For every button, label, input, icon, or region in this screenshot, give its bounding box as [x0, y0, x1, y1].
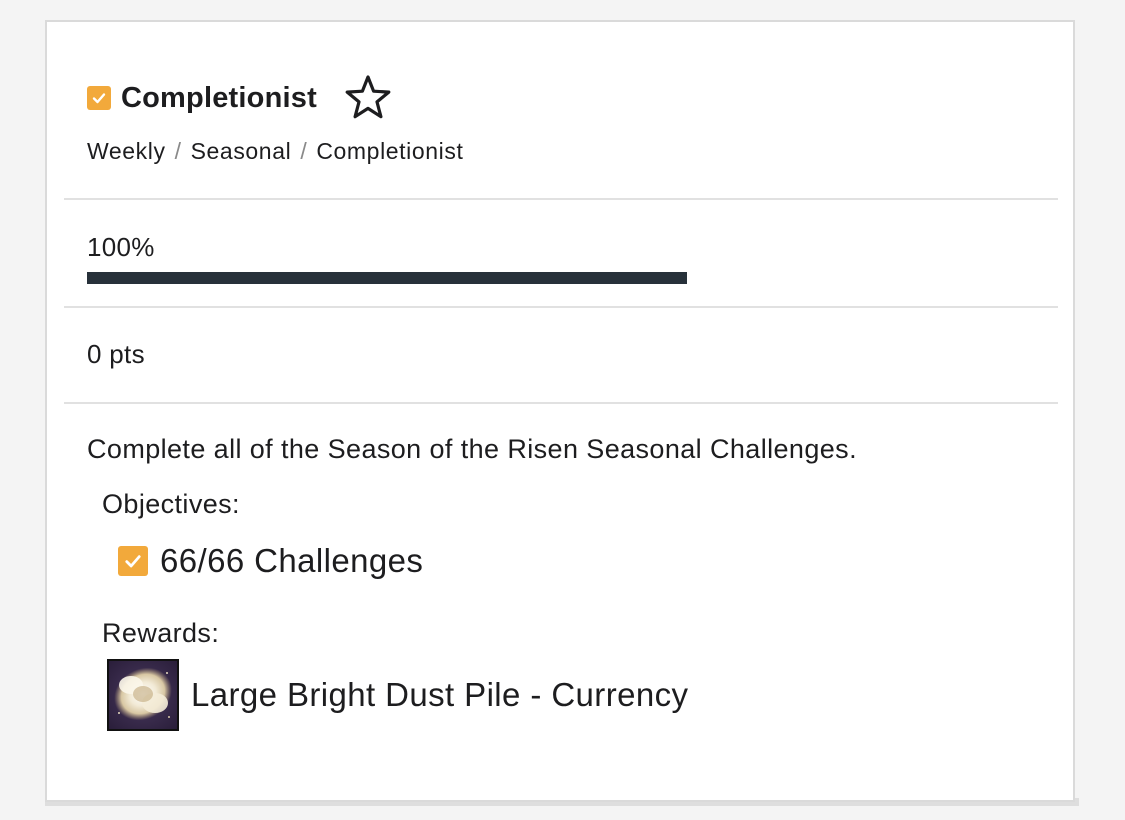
- completed-check-icon: [87, 86, 111, 110]
- details-section: Complete all of the Season of the Risen …: [87, 434, 1053, 731]
- objective-text: 66/66 Challenges: [160, 542, 424, 579]
- objectives-label: Objectives:: [102, 489, 240, 519]
- objective-item: 66/66 Challenges: [118, 542, 1053, 580]
- divider: [64, 306, 1058, 308]
- rewards-label: Rewards:: [102, 618, 220, 648]
- breadcrumb-weekly[interactable]: Weekly: [87, 138, 166, 165]
- divider: [64, 198, 1058, 200]
- record-title: Completionist: [121, 81, 317, 114]
- progress-section: 100%: [87, 232, 687, 284]
- record-header: Completionist Weekly / Seasonal / Comple…: [87, 72, 1053, 165]
- breadcrumb: Weekly / Seasonal / Completionist: [87, 138, 1053, 165]
- progress-bar: [87, 272, 687, 284]
- divider: [64, 402, 1058, 404]
- bright-dust-icon: [107, 659, 179, 731]
- breadcrumb-current: Completionist: [316, 138, 464, 164]
- breadcrumb-separator: /: [174, 138, 182, 164]
- star-outline-icon[interactable]: [343, 73, 393, 123]
- objective-check-icon: [118, 546, 148, 576]
- record-card: Completionist Weekly / Seasonal / Comple…: [45, 20, 1075, 802]
- breadcrumb-separator: /: [300, 138, 308, 164]
- reward-item[interactable]: Large Bright Dust Pile - Currency: [107, 659, 1053, 731]
- breadcrumb-seasonal[interactable]: Seasonal: [191, 138, 292, 165]
- title-row: Completionist: [87, 72, 1053, 124]
- progress-percent: 100%: [87, 232, 155, 262]
- points-value: 0 pts: [87, 339, 145, 369]
- reward-text: Large Bright Dust Pile - Currency: [191, 676, 689, 713]
- progress-bar-fill: [87, 272, 687, 284]
- record-description: Complete all of the Season of the Risen …: [87, 434, 857, 464]
